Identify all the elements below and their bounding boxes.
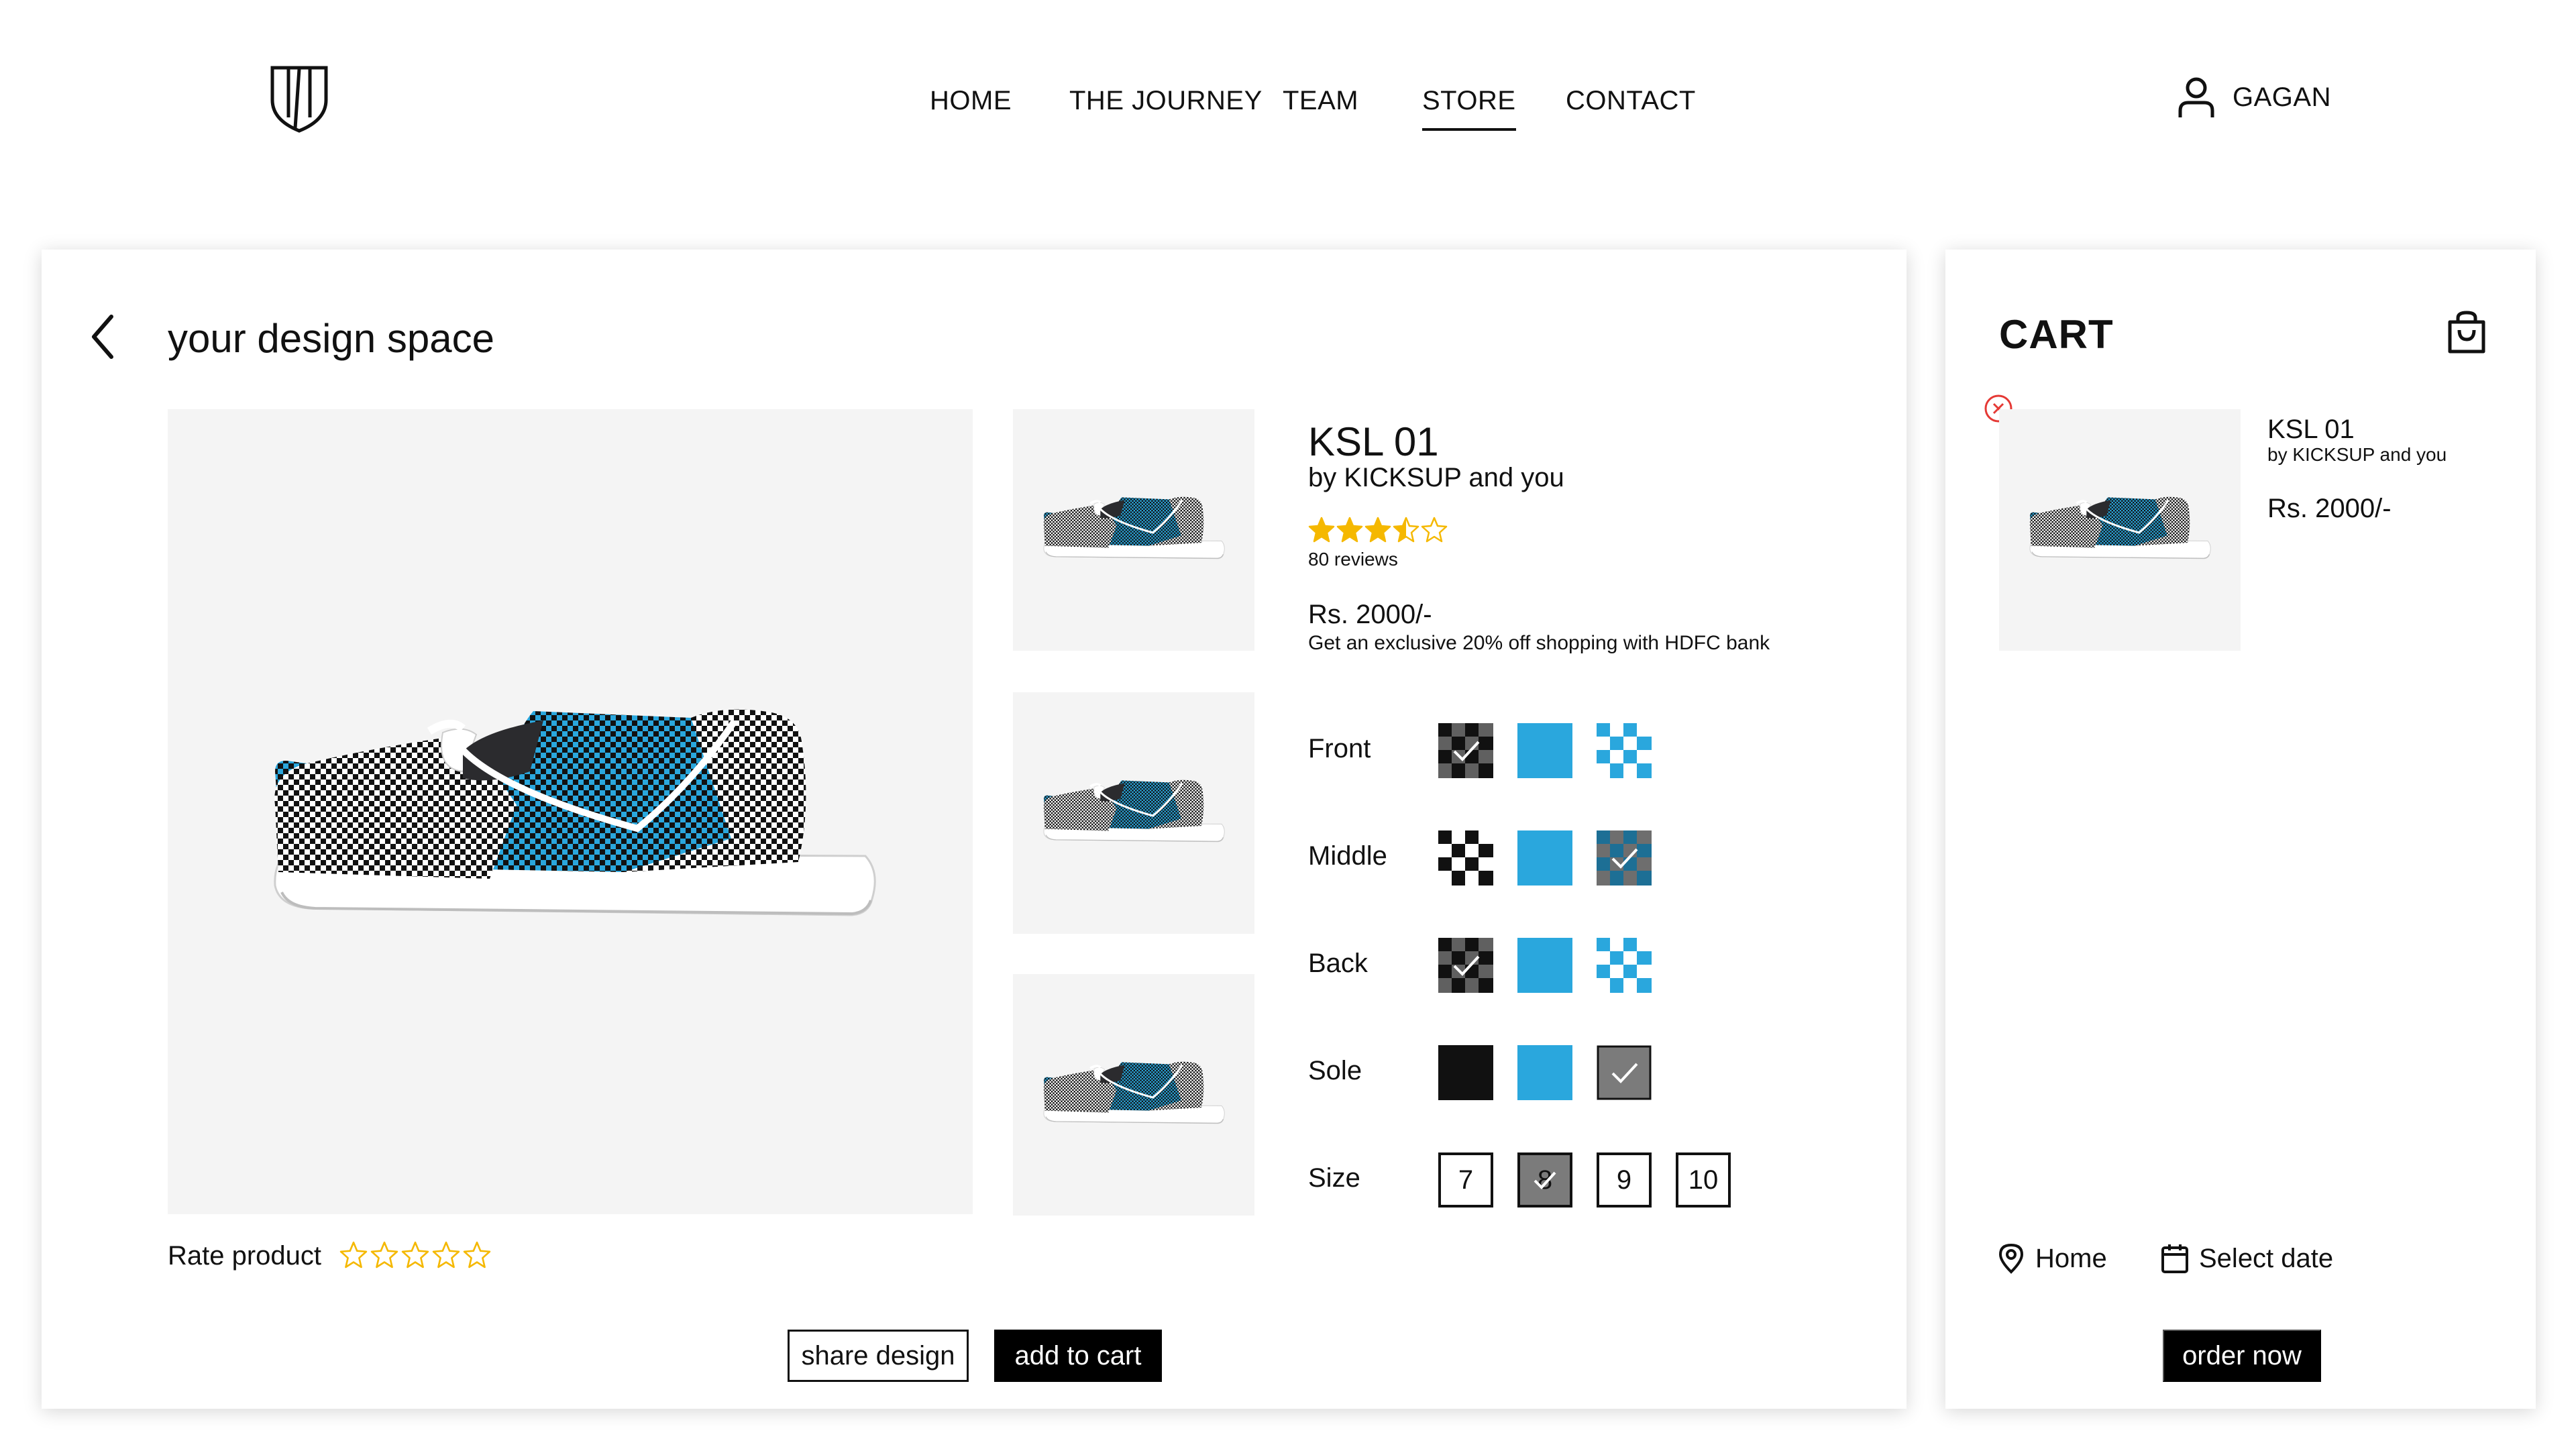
delivery-location[interactable]: Home <box>1996 1242 2107 1275</box>
shopping-bag-icon[interactable] <box>2446 310 2487 356</box>
rate-product-stars[interactable] <box>339 1241 491 1269</box>
front-label: Front <box>1308 734 1371 763</box>
star-icon <box>432 1241 460 1269</box>
calendar-icon <box>2161 1244 2188 1273</box>
middle-swatch-blue-check-selected[interactable] <box>1597 830 1652 885</box>
check-icon <box>1534 1171 1556 1189</box>
size-value: 9 <box>1616 1165 1632 1195</box>
page-title: your design space <box>168 316 494 361</box>
sole-label: Sole <box>1308 1056 1362 1085</box>
add-to-cart-button[interactable]: add to cart <box>994 1330 1162 1382</box>
nav-home[interactable]: HOME <box>930 86 1012 116</box>
middle-swatch-blue[interactable] <box>1517 830 1572 885</box>
product-price: Rs. 2000/- <box>1308 600 1432 629</box>
size-label: Size <box>1308 1163 1360 1193</box>
product-rating <box>1308 517 1448 543</box>
product-byline: by KICKSUP and you <box>1308 463 1564 492</box>
shoe-image <box>262 704 885 926</box>
user-name: GAGAN <box>2233 82 2331 112</box>
star-icon <box>401 1241 429 1269</box>
middle-swatch-black-check[interactable] <box>1438 830 1493 885</box>
offer-text: Get an exclusive 20% off shopping with H… <box>1308 632 1770 654</box>
delivery-date[interactable]: Select date <box>2160 1242 2333 1275</box>
user-icon <box>2178 77 2214 117</box>
sole-swatch-white-selected[interactable] <box>1597 1045 1652 1100</box>
size-option-10[interactable]: 10 <box>1676 1152 1731 1208</box>
cart-item-image <box>1999 409 2241 651</box>
order-now-button[interactable]: order now <box>2163 1330 2321 1382</box>
back-swatch-blue[interactable] <box>1517 938 1572 993</box>
nav-store[interactable]: STORE <box>1422 86 1516 131</box>
back-arrow-icon[interactable] <box>86 310 119 364</box>
star-icon <box>1308 517 1335 543</box>
location-pin-icon <box>1998 1243 2024 1274</box>
rate-product-label: Rate product <box>168 1241 322 1271</box>
front-swatch-blue-check[interactable] <box>1597 723 1652 778</box>
star-icon <box>1364 517 1391 543</box>
cart-panel: CART KSL 01 by KICKSUP and you Rs. 2000/… <box>1945 250 2536 1409</box>
size-value: 7 <box>1458 1165 1474 1195</box>
thumbnail-2[interactable] <box>1013 692 1254 934</box>
shoe-thumbnail <box>1040 778 1228 845</box>
share-design-button[interactable]: share design <box>788 1330 969 1382</box>
back-swatch-black-check-selected[interactable] <box>1438 938 1493 993</box>
thumbnail-3[interactable] <box>1013 974 1254 1216</box>
size-option-8-selected[interactable]: 8 <box>1517 1152 1572 1208</box>
product-name: KSL 01 <box>1308 419 1439 464</box>
user-menu[interactable]: GAGAN <box>2176 76 2331 119</box>
cart-item-byline: by KICKSUP and you <box>2267 444 2447 465</box>
cart-item-price: Rs. 2000/- <box>2267 494 2392 523</box>
date-label: Select date <box>2199 1243 2334 1273</box>
nav-contact[interactable]: CONTACT <box>1566 86 1696 116</box>
star-icon <box>339 1241 368 1269</box>
front-swatch-black-check[interactable] <box>1438 723 1493 778</box>
size-value: 10 <box>1688 1165 1719 1195</box>
nav-team[interactable]: TEAM <box>1283 86 1358 116</box>
star-icon <box>1393 517 1419 543</box>
review-count: 80 reviews <box>1308 549 1398 570</box>
star-icon <box>463 1241 491 1269</box>
cart-title: CART <box>1999 312 2114 357</box>
shoe-thumbnail <box>1040 1060 1228 1127</box>
cart-item-name: KSL 01 <box>2267 415 2355 444</box>
thumbnail-1[interactable] <box>1013 409 1254 651</box>
middle-label: Middle <box>1308 841 1387 871</box>
size-option-7[interactable]: 7 <box>1438 1152 1493 1208</box>
star-icon <box>1336 517 1363 543</box>
nav-the-journey[interactable]: THE JOURNEY <box>1069 86 1263 116</box>
size-option-9[interactable]: 9 <box>1597 1152 1652 1208</box>
star-icon <box>1421 517 1448 543</box>
shoe-thumbnail <box>2026 495 2214 562</box>
shoe-thumbnail <box>1040 495 1228 562</box>
back-label: Back <box>1308 949 1368 978</box>
sole-swatch-black[interactable] <box>1438 1045 1493 1100</box>
back-swatch-blue-check[interactable] <box>1597 938 1652 993</box>
design-panel: your design space KSL 01 by KICKSUP and … <box>42 250 1907 1409</box>
sole-swatch-blue[interactable] <box>1517 1045 1572 1100</box>
star-icon <box>370 1241 398 1269</box>
location-label: Home <box>2035 1243 2107 1273</box>
product-main-image <box>168 409 973 1214</box>
front-swatch-blue[interactable] <box>1517 723 1572 778</box>
